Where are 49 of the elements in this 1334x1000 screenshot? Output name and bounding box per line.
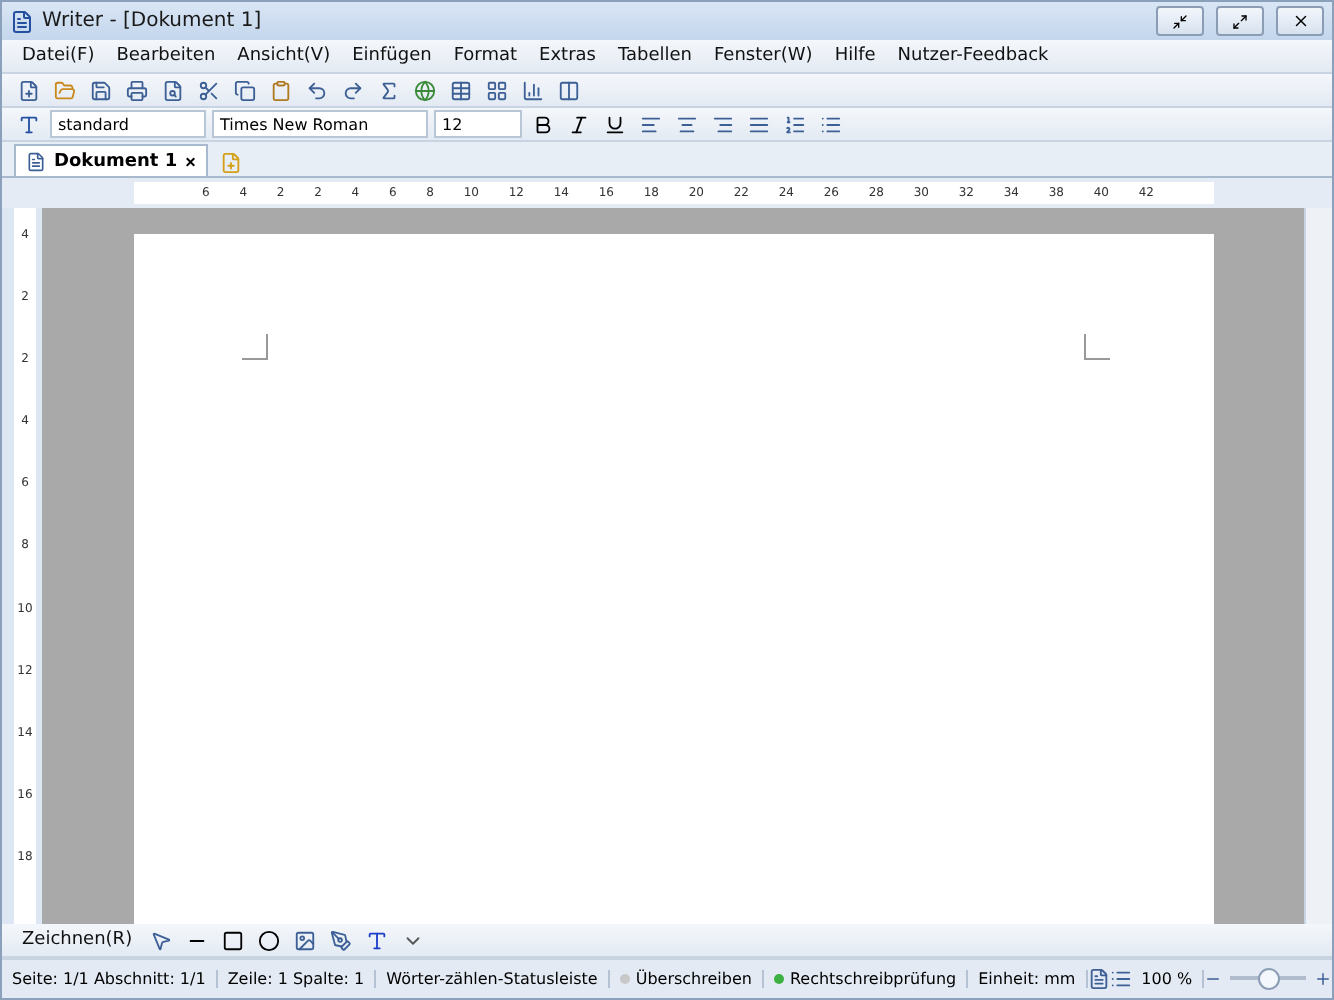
menu-item[interactable]: Fenster(W) [706,46,821,66]
unit-text: Einheit: mm [968,970,1088,988]
menu-item[interactable]: Bearbeiten [108,46,224,66]
globe-icon[interactable] [410,76,440,104]
app-icon [10,9,34,33]
window-title: Writer - [Dokument 1] [42,10,264,32]
zoom-thumb[interactable] [1258,968,1281,990]
maximize-button[interactable] [1216,6,1264,36]
close-button[interactable] [1276,6,1324,36]
margin-corner-mark [1083,334,1109,360]
menu-item[interactable]: Einfügen [344,46,440,66]
save-icon[interactable] [86,76,116,104]
menu-item[interactable]: Tabellen [609,46,700,66]
menu-item[interactable]: Hilfe [826,46,884,66]
vertical-scrollbar[interactable] [1304,208,1332,924]
menu-item[interactable]: Nutzer-Feedback [889,46,1057,66]
grid-icon[interactable] [482,76,512,104]
plus-icon [1314,970,1332,988]
chart-icon[interactable] [518,76,548,104]
close-icon [1291,12,1309,30]
document-tab[interactable]: Dokument 1 × [14,144,208,176]
margin-corner-mark [241,334,267,360]
font-size-field[interactable]: 12 [434,110,522,138]
drawing-menu[interactable]: Zeichnen(R) [14,930,141,950]
status-text: Seite: 1/1 Abschnitt: 1/1 [2,970,218,988]
status-text: Zeile: 1 Spalte: 1 [217,970,377,988]
minimize-button[interactable] [1156,6,1204,36]
menu-item[interactable]: Ansicht(V) [229,46,339,66]
status-text: Wörter-zählen-Statusleiste [376,970,610,988]
print-icon[interactable] [122,76,152,104]
pen-icon[interactable] [326,926,357,954]
document-icon [26,151,46,171]
table-icon[interactable] [446,76,476,104]
tab-label: Dokument 1 [54,151,178,171]
style-field[interactable]: standard [50,110,206,138]
status-indicator[interactable]: Überschreiben [609,970,764,988]
page-view-icon[interactable] [1087,965,1110,993]
menu-item[interactable]: Extras [531,46,604,66]
menu-item[interactable]: Datei(F) [14,46,103,66]
status-indicator[interactable]: Rechtschreibprüfung [763,970,969,988]
columns-icon[interactable] [554,76,584,104]
menu-item[interactable]: Format [445,46,526,66]
zoom-text: 100 % [1131,970,1205,988]
font-field[interactable]: Times New Roman [212,110,428,138]
minimize-icon [1172,13,1188,29]
maximize-icon [1232,13,1248,29]
copy-icon[interactable] [230,76,260,104]
ellipse-icon[interactable] [254,926,285,954]
tab-close-button[interactable]: × [185,151,196,171]
